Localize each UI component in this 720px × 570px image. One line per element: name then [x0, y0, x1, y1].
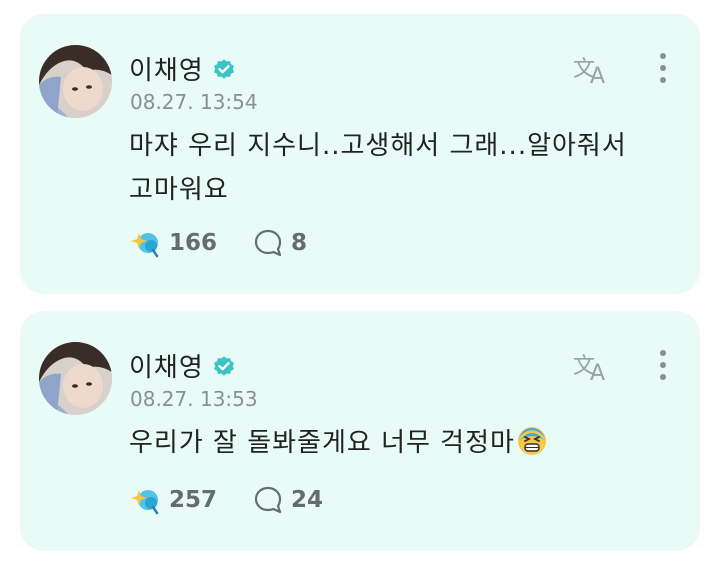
avatar[interactable] — [39, 45, 112, 118]
comment-count: 8 — [291, 230, 308, 256]
comment-stat[interactable]: 24 — [253, 485, 323, 515]
comment-bubble-icon — [254, 486, 282, 514]
author-name[interactable]: 이채영 — [129, 347, 204, 384]
avatar-photo — [39, 342, 112, 415]
like-count: 166 — [169, 230, 218, 256]
anxious-face-emoji-icon — [517, 427, 546, 455]
comment-bubble-icon — [254, 229, 282, 257]
more-vertical-icon[interactable] — [656, 349, 670, 383]
like-stat[interactable]: 257 — [129, 485, 217, 515]
like-sparkle-icon — [131, 233, 159, 258]
comment-count: 24 — [291, 487, 324, 513]
message-text: 우리가 잘 돌봐줄게요 너무 걱정마 — [129, 428, 515, 458]
like-sparkle-icon — [131, 490, 159, 515]
post-message: 마쟈 우리 지수니..고생해서 그래...알아줘서 고마워요 — [129, 131, 627, 205]
author-name[interactable]: 이채영 — [129, 50, 204, 87]
svg-text:A: A — [590, 64, 605, 86]
post-timestamp: 08.27. 13:54 — [130, 90, 258, 114]
avatar-photo — [39, 45, 112, 118]
avatar[interactable] — [39, 342, 112, 415]
translate-icon[interactable]: 文 A — [572, 52, 614, 86]
like-stat[interactable]: 166 — [129, 228, 217, 258]
verified-badge-icon — [213, 58, 234, 79]
post-card[interactable]: 이채영 08.27. 13:53 文 A 우리가 잘 돌봐줄게요 너무 걱정마 — [20, 311, 700, 551]
like-count: 257 — [169, 487, 218, 513]
more-vertical-icon[interactable] — [656, 52, 670, 86]
post-card[interactable]: 이채영 08.27. 13:54 文 A 마쟈 우리 지수니..고생해서 그래.… — [20, 14, 700, 294]
comment-stat[interactable]: 8 — [253, 228, 307, 258]
verified-badge-icon — [213, 355, 234, 376]
translate-icon[interactable]: 文 A — [572, 349, 614, 383]
post-message: 우리가 잘 돌봐줄게요 너무 걱정마 — [129, 421, 659, 465]
svg-text:A: A — [590, 361, 605, 383]
post-timestamp: 08.27. 13:53 — [130, 387, 258, 411]
